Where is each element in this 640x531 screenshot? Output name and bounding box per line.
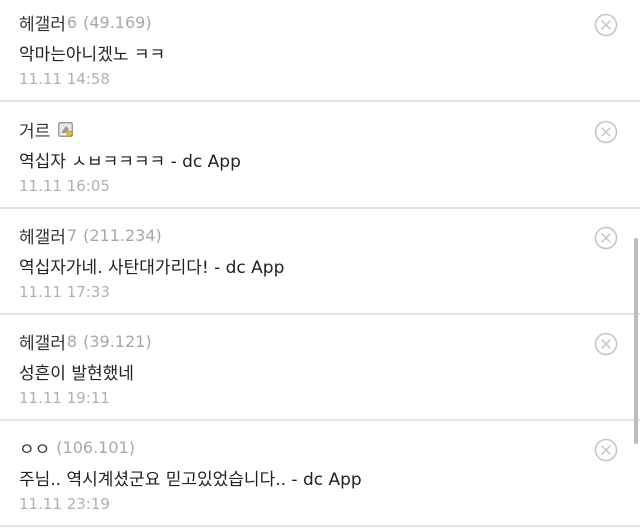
- close-circle-icon: [594, 13, 618, 37]
- comment-ip: (211.234): [83, 225, 162, 245]
- comment-item: ㅇㅇ (106.101) 주님.. 역시계셨군요 믿고있었습니다.. - dc …: [0, 423, 640, 527]
- comment-author: 헤갤러 8 (39.121): [19, 329, 152, 354]
- comment-nickname-number: 8: [66, 331, 78, 351]
- comment-text: 성흔이 발현했네: [19, 364, 134, 384]
- close-circle-icon: [594, 438, 618, 462]
- fixed-member-icon: [58, 121, 74, 137]
- comment-date: 11.11 16:05: [19, 177, 110, 195]
- delete-comment-button[interactable]: [594, 120, 618, 144]
- delete-comment-button[interactable]: [594, 226, 618, 250]
- comment-nickname[interactable]: 거르: [19, 117, 50, 142]
- close-circle-icon: [594, 332, 618, 356]
- comment-nickname[interactable]: 헤갤러: [19, 329, 66, 354]
- close-circle-icon: [594, 120, 618, 144]
- comment-nickname-number: 6: [66, 12, 78, 32]
- comment-ip: (106.101): [56, 437, 135, 457]
- close-circle-icon: [594, 226, 618, 250]
- comment-item: 헤갤러 6 (49.169) 악마는아니겠노 ㅋㅋ 11.11 14:58: [0, 0, 640, 102]
- comment-date: 11.11 14:58: [19, 70, 110, 88]
- comment-list: 헤갤러 6 (49.169) 악마는아니겠노 ㅋㅋ 11.11 14:58 거르: [0, 0, 640, 531]
- comment-author: 헤갤러 6 (49.169): [19, 10, 152, 35]
- comment-nickname[interactable]: 헤갤러: [19, 10, 66, 35]
- comment-date: 11.11 17:33: [19, 283, 110, 301]
- comment-text: 역십자가네. 사탄대가리다! - dc App: [19, 258, 285, 278]
- delete-comment-button[interactable]: [594, 332, 618, 356]
- comment-author: ㅇㅇ (106.101): [19, 435, 135, 460]
- comment-nickname[interactable]: ㅇㅇ: [19, 435, 50, 460]
- scrollbar-thumb[interactable]: [634, 238, 638, 444]
- comment-date: 11.11 19:11: [19, 389, 110, 407]
- comment-author: 거르: [19, 117, 74, 142]
- comment-author: 헤갤러 7 (211.234): [19, 223, 162, 248]
- comment-item: 거르 역십자 ㅅㅂㅋㅋㅋㅋ - dc App 11.11 16:05: [0, 105, 640, 209]
- comment-date: 11.11 23:19: [19, 495, 110, 513]
- comment-ip: (39.121): [83, 331, 152, 351]
- comment-text: 역십자 ㅅㅂㅋㅋㅋㅋ - dc App: [19, 152, 241, 172]
- delete-comment-button[interactable]: [594, 438, 618, 462]
- comment-ip: (49.169): [83, 12, 152, 32]
- comment-nickname[interactable]: 헤갤러: [19, 223, 66, 248]
- delete-comment-button[interactable]: [594, 13, 618, 37]
- comment-nickname-number: 7: [66, 225, 78, 245]
- comment-item: 헤갤러 8 (39.121) 성흔이 발현했네 11.11 19:11: [0, 317, 640, 421]
- comment-text: 악마는아니겠노 ㅋㅋ: [19, 45, 166, 65]
- comment-text: 주님.. 역시계셨군요 믿고있었습니다.. - dc App: [19, 470, 362, 490]
- comment-item: 헤갤러 7 (211.234) 역십자가네. 사탄대가리다! - dc App …: [0, 211, 640, 315]
